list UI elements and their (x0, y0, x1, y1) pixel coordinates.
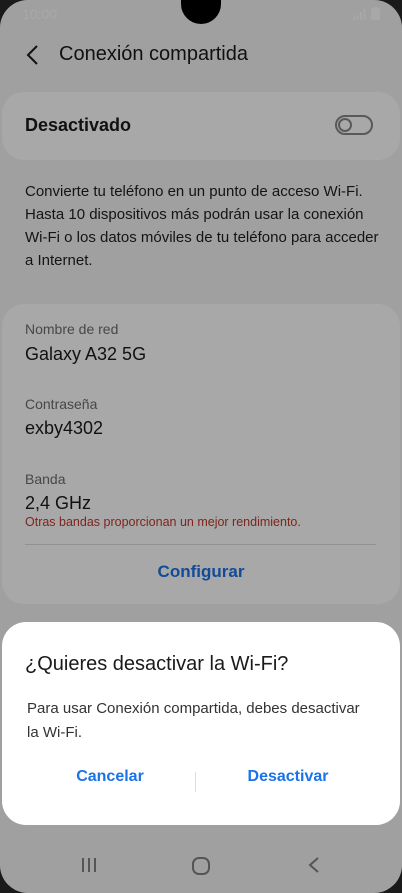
button-separator (195, 772, 196, 792)
dialog-message: Para usar Conexión compartida, debes des… (27, 700, 360, 741)
deactivate-button[interactable]: Desactivar (214, 768, 362, 786)
navigation-bar (0, 838, 402, 893)
cancel-button[interactable]: Cancelar (42, 768, 178, 786)
dialog-title: ¿Quieres desactivar la Wi-Fi? (25, 653, 289, 675)
screen: 10:00 Conexión compartida Desactivado Co… (0, 0, 402, 893)
recent-apps-icon[interactable] (80, 856, 98, 874)
nav-back-icon[interactable] (306, 856, 322, 874)
home-icon[interactable] (191, 856, 211, 876)
disable-wifi-dialog: ¿Quieres desactivar la Wi-Fi? Para usar … (2, 622, 400, 825)
